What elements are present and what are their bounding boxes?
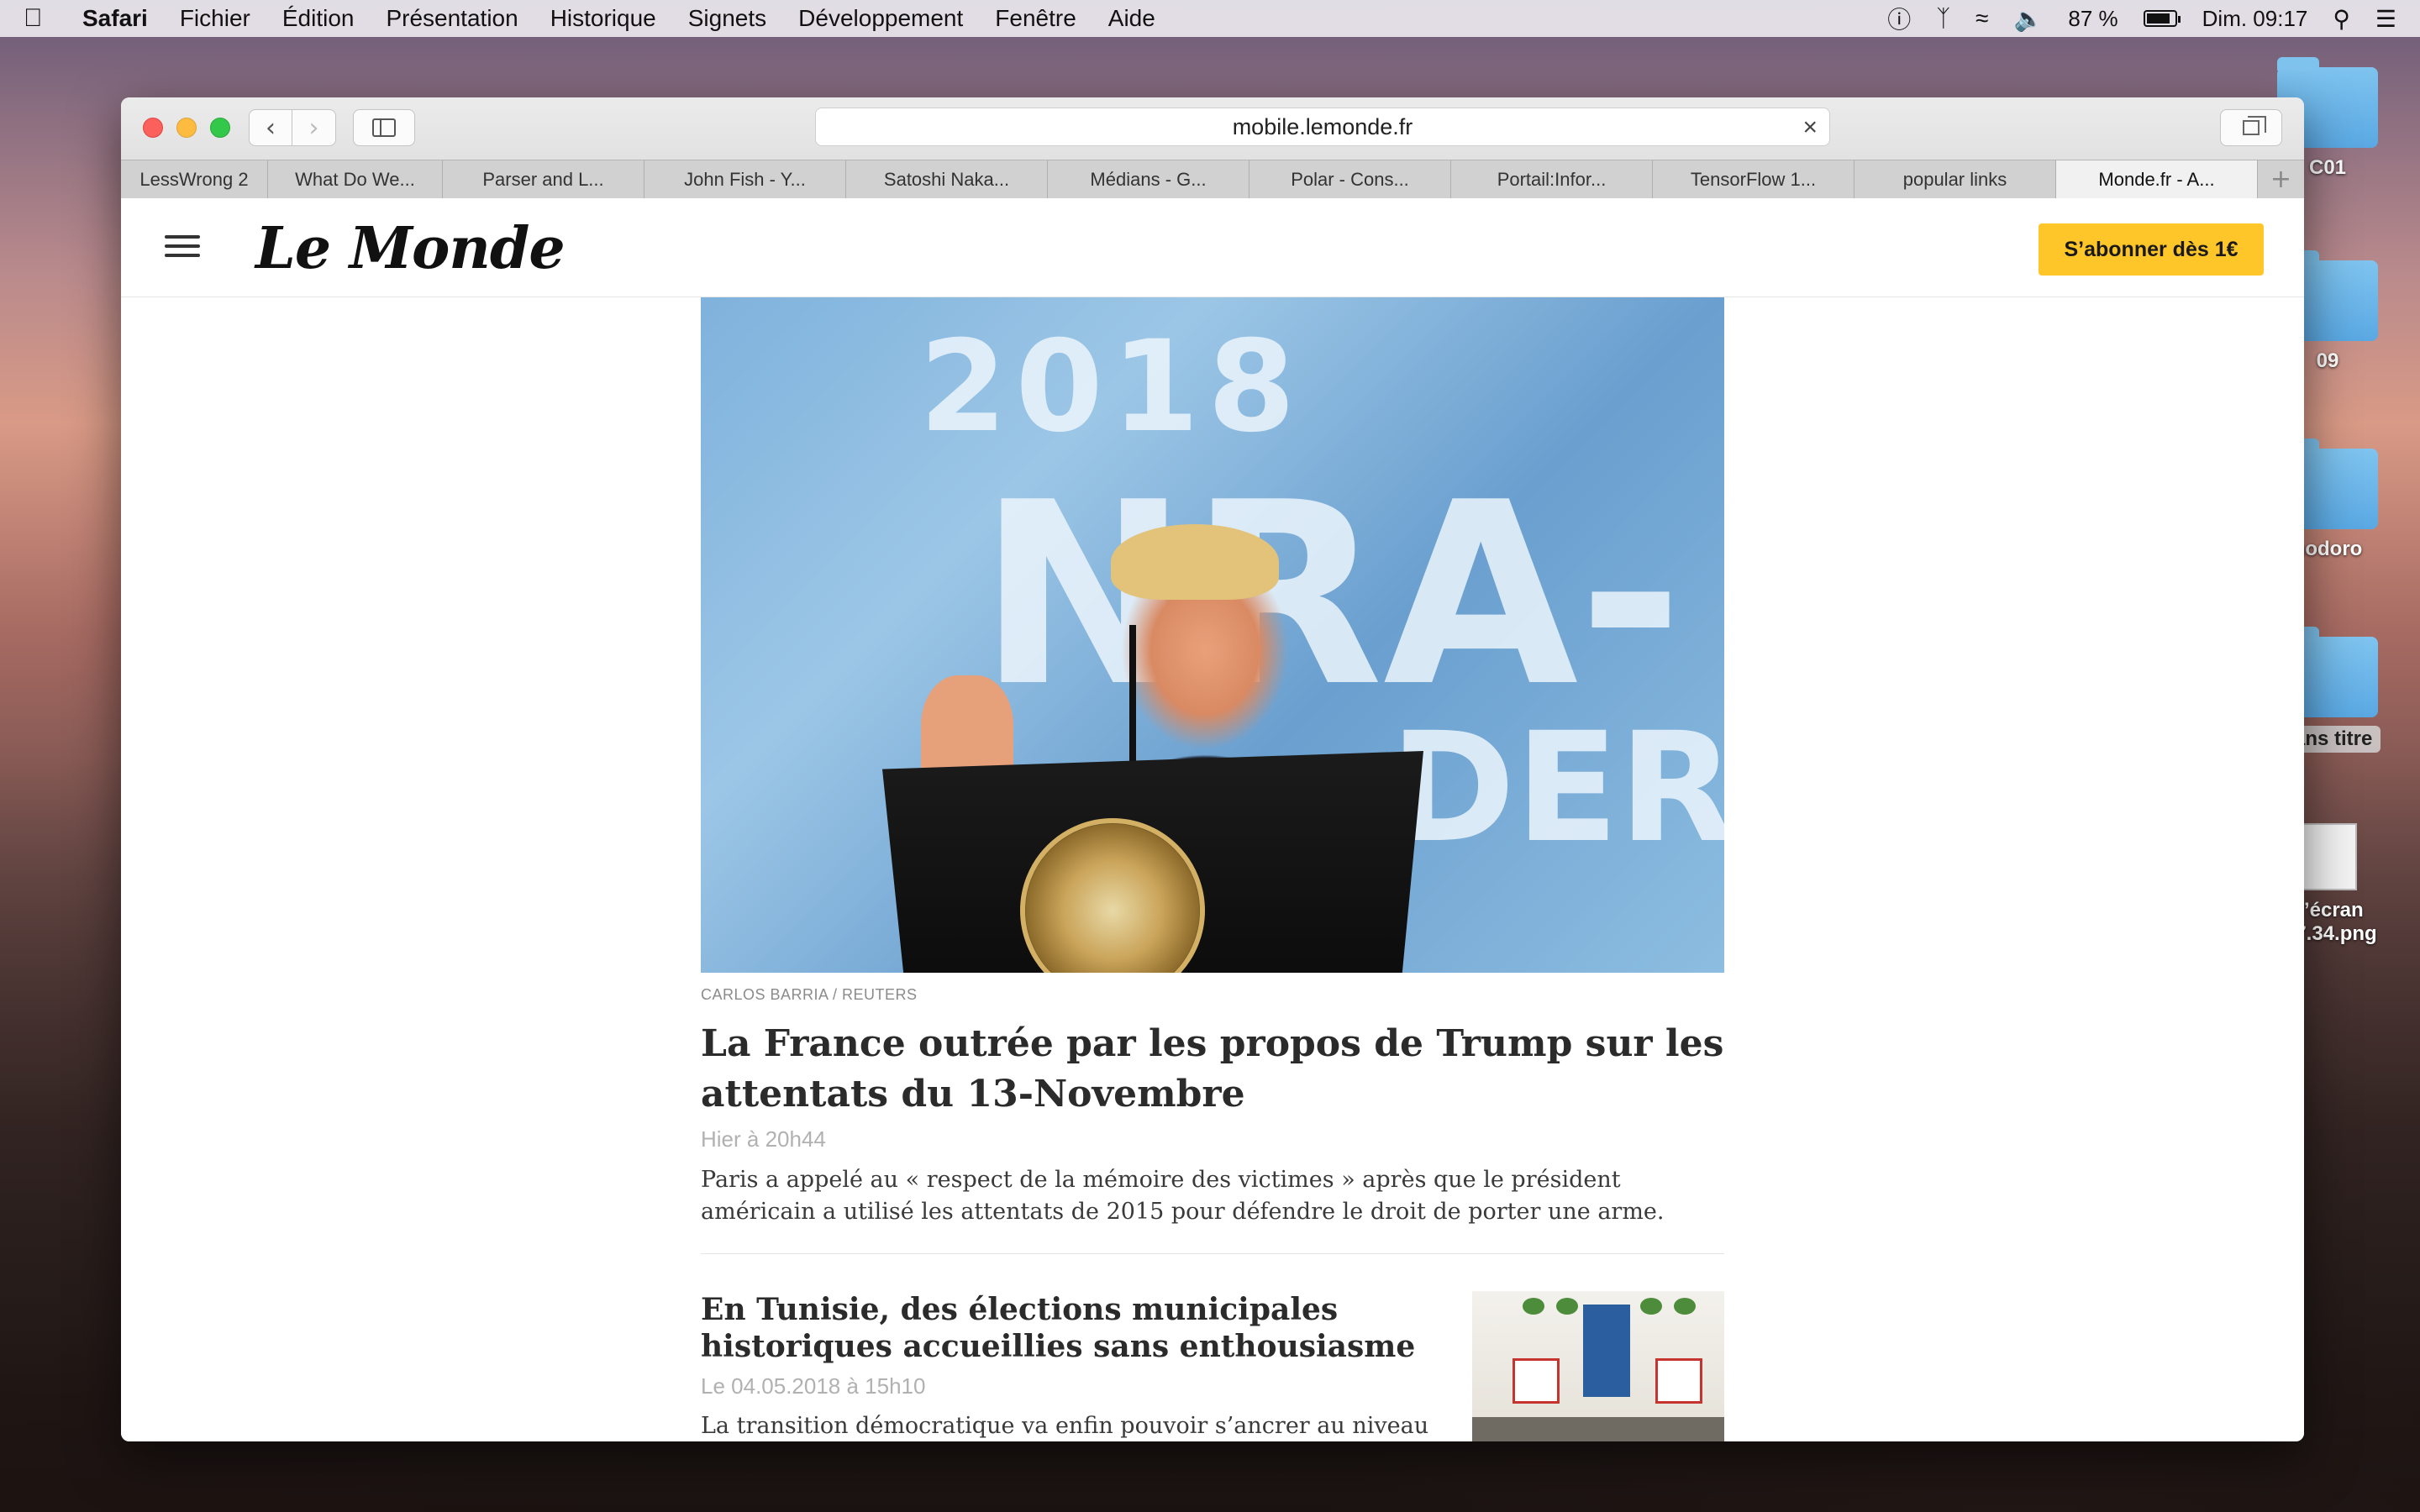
tab[interactable]: TensorFlow 1... (1653, 160, 1854, 199)
tab[interactable]: Parser and L... (443, 160, 644, 199)
safari-window: ‹ › mobile.lemonde.fr × LessWrong 2 What… (121, 97, 2304, 1441)
image-text: DER (1390, 701, 1724, 876)
image-poster (1512, 1358, 1560, 1404)
spotlight-search-icon[interactable]: ⚲ (2333, 5, 2350, 33)
chevron-right-icon: › (308, 113, 319, 143)
menu-developpement[interactable]: Développement (798, 5, 963, 32)
image-hair (1111, 524, 1279, 600)
sidebar-toggle-button[interactable] (353, 109, 415, 146)
main-content: 2018 NRA- DER CARLOS BARRIA / REUTERS La… (701, 297, 1724, 1441)
status-area: ⓘ ᛉ ≈ 🔈 87 % Dim. 09:17 ⚲ ☰ (1887, 2, 2396, 35)
article-headline-text: En Tunisie, des élections municipales hi… (701, 1292, 1416, 1364)
tab-label: Monde.fr - A... (2098, 169, 2215, 190)
menu-app-safari[interactable]: Safari (82, 5, 148, 32)
image-ground (1472, 1417, 1724, 1441)
forward-button[interactable]: › (292, 109, 336, 146)
tab[interactable]: Satoshi Naka... (846, 160, 1048, 199)
tab-label: Satoshi Naka... (883, 169, 1010, 190)
menu-presentation[interactable]: Présentation (386, 5, 518, 32)
tab-label: What Do We... (295, 169, 415, 190)
screenshot-thumbnail (2298, 823, 2357, 890)
site-logo[interactable]: Le Monde (255, 215, 566, 282)
tab-bar: LessWrong 2 What Do We... Parser and L..… (121, 160, 2304, 199)
image-plant (1640, 1298, 1662, 1315)
menu-bar:  Safari Fichier Édition Présentation Hi… (0, 0, 2420, 37)
article-headline[interactable]: La France outrée par les propos de Trump… (701, 1019, 1724, 1120)
article-text: En Tunisie, des élections municipales hi… (701, 1291, 1440, 1441)
image-plant (1674, 1298, 1696, 1315)
tab-label: Médians - G... (1090, 169, 1207, 190)
tab[interactable]: Polar - Cons... (1249, 160, 1451, 199)
tab[interactable]: popular links (1854, 160, 2056, 199)
site-header: Le Monde S’abonner dès 1€ (121, 198, 2304, 297)
article-date: Le 04.05.2018 à 15h10 (701, 1373, 926, 1399)
menu-historique[interactable]: Historique (550, 5, 656, 32)
minimize-window-button[interactable] (176, 118, 197, 138)
plus-icon: + (2270, 165, 2292, 194)
new-tab-button[interactable]: + (2258, 160, 2304, 198)
wifi-icon[interactable]: ≈ (1975, 5, 1988, 32)
apple-menu-icon[interactable]:  (24, 4, 57, 33)
hero-image[interactable]: 2018 NRA- DER (701, 297, 1724, 973)
article-thumbnail[interactable] (1472, 1291, 1724, 1441)
image-plant (1523, 1298, 1544, 1315)
navigation-buttons: ‹ › (249, 109, 336, 146)
desktop-icon-label: 09 (2316, 349, 2339, 372)
battery-percent[interactable]: 87 % (2068, 6, 2118, 32)
tab[interactable]: Portail:Infor... (1451, 160, 1653, 199)
clock[interactable]: Dim. 09:17 (2202, 6, 2308, 32)
tab-label: Polar - Cons... (1291, 169, 1409, 190)
tab-label: popular links (1902, 169, 2007, 190)
menu-signets[interactable]: Signets (688, 5, 766, 32)
password-manager-icon[interactable]: ⓘ (1887, 2, 1911, 35)
battery-icon[interactable] (2143, 10, 2181, 27)
article-list-item[interactable]: En Tunisie, des élections municipales hi… (701, 1291, 1724, 1441)
toolbar: ‹ › mobile.lemonde.fr × LessWrong 2 What… (121, 97, 2304, 199)
url-text: mobile.lemonde.fr (1232, 113, 1413, 139)
show-all-tabs-button[interactable] (2220, 109, 2282, 146)
tab-label: Portail:Infor... (1497, 169, 1607, 190)
stop-loading-icon[interactable]: × (1802, 113, 1818, 142)
bluetooth-icon[interactable]: ᛉ (1936, 5, 1950, 32)
article-headline[interactable]: En Tunisie, des élections municipales hi… (701, 1291, 1440, 1404)
subscribe-button[interactable]: S’abonner dès 1€ (2039, 223, 2264, 276)
image-door (1583, 1305, 1630, 1397)
fullscreen-window-button[interactable] (210, 118, 230, 138)
photo-credit: CARLOS BARRIA / REUTERS (701, 986, 918, 1003)
tab[interactable]: LessWrong 2 (121, 160, 268, 199)
back-button[interactable]: ‹ (249, 109, 292, 146)
tabs-overview-icon (2243, 116, 2266, 135)
tab-label: LessWrong 2 (139, 169, 249, 190)
image-text: 2018 (919, 314, 1304, 460)
menu-fichier[interactable]: Fichier (180, 5, 250, 32)
hamburger-menu-icon[interactable] (165, 235, 200, 257)
menu-edition[interactable]: Édition (282, 5, 355, 32)
article-summary: La transition démocratique va enfin pouv… (701, 1413, 1429, 1439)
tab[interactable]: Médians - G... (1048, 160, 1249, 199)
article-time: Hier à 20h44 (701, 1126, 826, 1152)
image-plant (1556, 1298, 1578, 1315)
tab[interactable]: John Fish - Y... (644, 160, 846, 199)
window-controls (143, 118, 230, 138)
chevron-left-icon: ‹ (266, 113, 276, 143)
tab-label: Parser and L... (482, 169, 604, 190)
article-summary: Paris a appelé au « respect de la mémoir… (701, 1167, 1665, 1225)
web-page: Le Monde S’abonner dès 1€ 2018 NRA- DER … (121, 198, 2304, 1441)
tab[interactable]: What Do We... (268, 160, 443, 199)
tab-active[interactable]: Monde.fr - A... (2056, 160, 2258, 199)
image-poster (1655, 1358, 1702, 1404)
tab-label: TensorFlow 1... (1690, 169, 1817, 190)
battery-fill (2146, 13, 2170, 24)
menu-aide[interactable]: Aide (1108, 5, 1155, 32)
divider (701, 1253, 1724, 1254)
address-bar[interactable]: mobile.lemonde.fr × (815, 108, 1830, 146)
sidebar-icon (372, 118, 396, 137)
notification-center-icon[interactable]: ☰ (2375, 5, 2396, 33)
tab-label: John Fish - Y... (684, 169, 806, 190)
desktop-icon-label: C01 (2308, 156, 2347, 179)
menu-fenetre[interactable]: Fenêtre (995, 5, 1076, 32)
volume-icon[interactable]: 🔈 (2014, 5, 2044, 33)
close-window-button[interactable] (143, 118, 163, 138)
